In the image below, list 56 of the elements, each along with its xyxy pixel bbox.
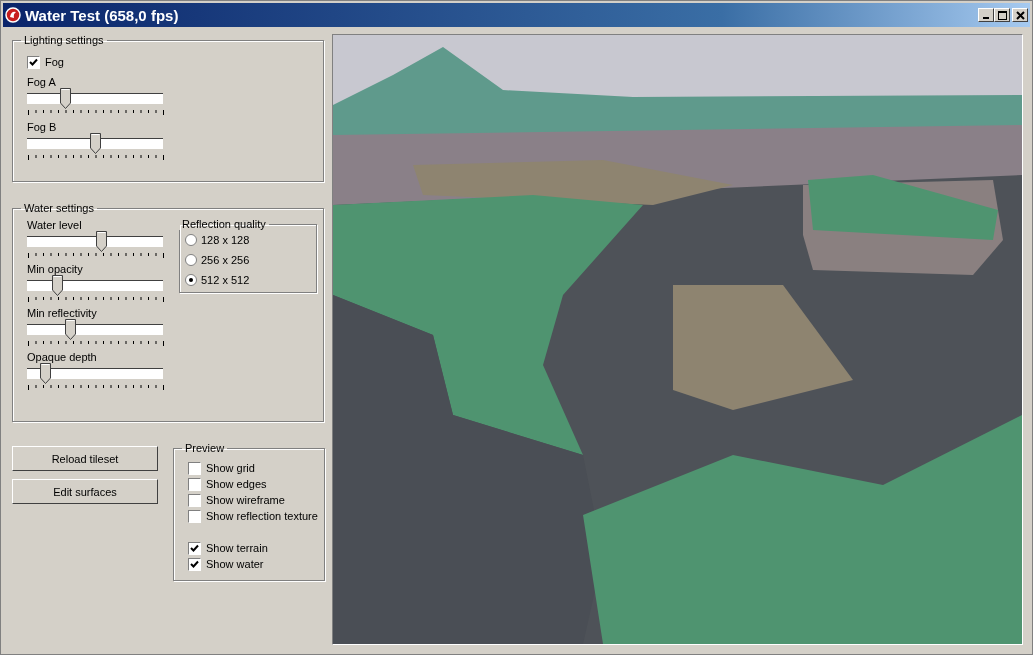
- radio-option[interactable]: 256 x 256: [185, 250, 316, 270]
- checkbox-label: Show wireframe: [206, 494, 285, 506]
- checkbox[interactable]: [27, 55, 40, 69]
- checkbox[interactable]: [188, 493, 201, 507]
- radio-option[interactable]: 128 x 128: [185, 230, 316, 250]
- slider-label: Water level: [27, 218, 83, 233]
- checkbox-label: Show edges: [206, 478, 267, 490]
- preview-checkbox[interactable]: Show water: [188, 556, 324, 572]
- fog-checkbox[interactable]: Fog: [27, 54, 323, 70]
- checkbox[interactable]: [188, 477, 201, 491]
- action-button[interactable]: Reload tileset: [12, 446, 158, 471]
- slider-label: Fog B: [27, 120, 58, 135]
- checkbox-label: Show water: [206, 558, 264, 570]
- action-button[interactable]: Edit surfaces: [12, 479, 158, 504]
- slider-label: Min opacity: [27, 262, 84, 277]
- maximize-button[interactable]: [994, 8, 1010, 22]
- radio-label: 512 x 512: [201, 274, 250, 286]
- slider-label: Opaque depth: [27, 350, 98, 365]
- checkbox[interactable]: [188, 557, 201, 571]
- window-title: Water Test (658,0 fps): [25, 6, 179, 24]
- group-title: Preview: [184, 442, 226, 454]
- preview-checkbox[interactable]: Show grid: [188, 460, 324, 476]
- slider-thumb[interactable]: [89, 133, 101, 154]
- slider-label: Min reflectivity: [27, 306, 98, 321]
- group-title: Water settings: [23, 202, 95, 214]
- slider-thumb[interactable]: [59, 88, 71, 109]
- checkbox-label: Show grid: [206, 462, 255, 474]
- minimize-button[interactable]: [978, 8, 994, 22]
- slider-thumb[interactable]: [52, 275, 63, 296]
- maximize-icon: [997, 10, 1007, 20]
- radio-option[interactable]: 512 x 512: [185, 270, 316, 290]
- preview-checkbox[interactable]: Show wireframe: [188, 492, 324, 508]
- minimize-icon: [983, 17, 989, 19]
- checkbox-label: Fog: [45, 56, 64, 68]
- checkbox[interactable]: [188, 461, 201, 475]
- app-icon: [5, 7, 21, 23]
- preview-checkbox[interactable]: Show terrain: [188, 540, 324, 556]
- radio-button[interactable]: [185, 274, 197, 286]
- checkbox[interactable]: [188, 509, 201, 523]
- slider-label: Fog A: [27, 75, 57, 90]
- group-title: Reflection quality: [181, 218, 267, 230]
- slider-thumb[interactable]: [39, 363, 51, 384]
- group-title: Lighting settings: [23, 34, 105, 46]
- radio-label: 256 x 256: [201, 254, 250, 266]
- radio-button[interactable]: [185, 254, 197, 266]
- checkbox-label: Show reflection texture: [206, 510, 318, 522]
- radio-label: 128 x 128: [201, 234, 250, 246]
- slider-thumb[interactable]: [95, 231, 107, 252]
- close-icon: [1015, 10, 1025, 20]
- checkbox-label: Show terrain: [206, 542, 268, 554]
- checkbox[interactable]: [188, 541, 201, 555]
- close-button[interactable]: [1012, 8, 1028, 22]
- slider-thumb[interactable]: [64, 319, 76, 340]
- preview-checkbox[interactable]: Show edges: [188, 476, 324, 492]
- radio-button[interactable]: [185, 234, 197, 246]
- preview-checkbox[interactable]: Show reflection texture: [188, 508, 324, 524]
